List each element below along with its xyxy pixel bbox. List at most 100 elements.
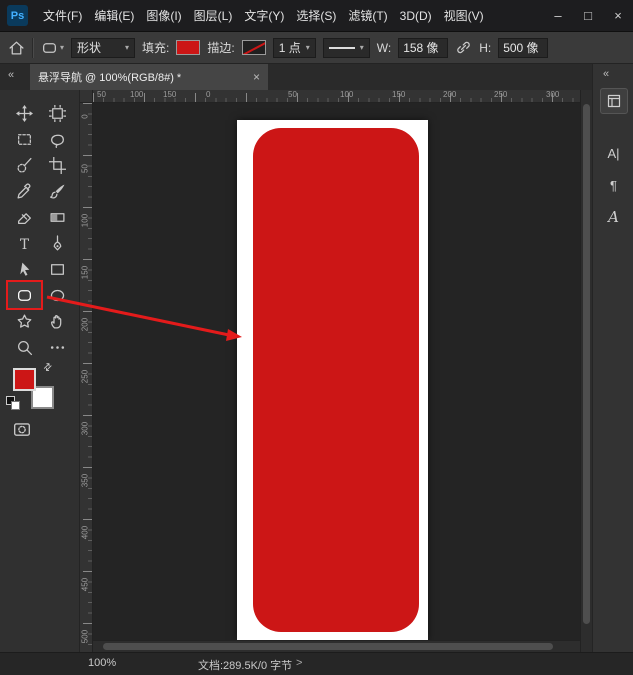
glyphs-panel-icon: A [608,208,619,226]
horizontal-scrollbar[interactable] [93,640,580,652]
tool-quick-selection[interactable] [8,152,41,178]
minimize-button[interactable]: – [543,1,573,31]
width-field[interactable]: 158 像 [398,38,448,58]
stroke-swatch[interactable] [242,40,266,55]
tool-lasso[interactable] [41,126,74,152]
menu-item-3[interactable]: 图层(L) [188,0,239,32]
ruler-top-label: 50 [97,90,106,99]
stroke-width-value: 1 点 [279,39,301,56]
tool-artboard[interactable] [41,100,74,126]
tool-ellipse[interactable] [41,282,74,308]
dock-collapse-icon[interactable]: « [603,68,609,80]
menu-item-7[interactable]: 3D(D) [394,0,438,32]
status-bar: 100% 文档:289.5K/0 字节 > [0,652,633,675]
stroke-width-select[interactable]: 1 点 ▾ [273,38,316,58]
menu-item-8[interactable]: 视图(V) [438,0,490,32]
glyphs-panel-button[interactable]: A [600,204,628,230]
tool-mode-select[interactable]: 形状 ▾ [71,38,135,58]
rounded-rectangle-icon [16,287,33,304]
zoom-level-field[interactable]: 100% [88,657,116,669]
tools-collapse-icon[interactable]: « [8,69,14,81]
menu-item-4[interactable]: 文字(Y) [238,0,290,32]
crop-icon [49,157,66,174]
tool-move[interactable] [8,100,41,126]
properties-panel-button[interactable] [600,88,628,114]
tool-more[interactable] [41,334,74,360]
link-dimensions-icon[interactable] [455,39,472,56]
document-tab[interactable]: 悬浮导航 @ 100%(RGB/8#) * × [30,64,268,90]
red-rounded-rectangle-shape[interactable] [253,128,419,632]
tool-crop[interactable] [41,152,74,178]
menu-item-0[interactable]: 文件(F) [37,0,88,32]
tool-rectangle[interactable] [41,256,74,282]
tool-hand[interactable] [41,308,74,334]
home-icon[interactable] [8,39,25,56]
ruler-left-label: 500 [81,629,90,645]
tool-eraser[interactable] [8,204,41,230]
tool-zoom[interactable] [8,334,41,360]
status-chevron-icon[interactable]: > [296,657,302,669]
caret-down-icon: ▾ [360,43,364,52]
restore-button[interactable]: □ [573,1,603,31]
fill-swatch[interactable] [176,40,200,55]
rounded-rectangle-icon [41,39,58,56]
horizontal-scrollbar-thumb[interactable] [103,643,553,650]
ruler-left-label: 250 [81,369,90,385]
close-button[interactable]: × [603,1,633,31]
tab-close-icon[interactable]: × [253,70,260,84]
tool-eyedropper[interactable] [8,178,41,204]
tool-marquee[interactable] [8,126,41,152]
eyedropper-icon [16,183,33,200]
tool-mode-value: 形状 [77,39,101,56]
swap-colors-icon[interactable]: ⇄ [41,361,55,375]
width-label: W: [377,41,391,55]
menu-item-5[interactable]: 选择(S) [290,0,342,32]
ruler-left-label: 400 [81,525,90,541]
zoom-icon [16,339,33,356]
pen-icon [49,235,66,252]
ruler-top-label: 100 [130,90,143,99]
dock-icons: A| ¶ A [593,88,633,230]
menu-item-1[interactable]: 编辑(E) [88,0,140,32]
canvas-viewport[interactable] [93,103,580,652]
tool-pen[interactable] [41,230,74,256]
default-colors-icon[interactable] [6,396,20,410]
fill-label: 填充: [142,39,169,56]
tool-brush[interactable] [41,178,74,204]
lasso-icon [49,131,66,148]
photoshop-app-icon: Ps [7,5,28,26]
ruler-left-label: 100 [81,213,90,229]
tab-bar: « 悬浮导航 @ 100%(RGB/8#) * × [0,64,592,90]
vertical-scrollbar[interactable] [580,90,592,652]
right-panel-dock: « A| ¶ A [592,64,633,652]
menu-bar-items: 文件(F)编辑(E)图像(I)图层(L)文字(Y)选择(S)滤镜(T)3D(D)… [37,0,490,32]
move-icon [16,105,33,122]
quick-mask-icon [12,420,32,438]
vertical-scrollbar-thumb[interactable] [583,104,590,624]
tool-gradient[interactable] [41,204,74,230]
menu-item-6[interactable]: 滤镜(T) [342,0,393,32]
artboard[interactable] [237,120,428,640]
tool-type[interactable]: T [8,230,41,256]
title-bar: Ps 文件(F)编辑(E)图像(I)图层(L)文字(Y)选择(S)滤镜(T)3D… [0,0,633,32]
quick-selection-icon [16,157,33,174]
ruler-left-label: 200 [81,317,90,333]
foreground-color-swatch[interactable] [13,368,36,391]
document-info: 文档:289.5K/0 字节 [198,657,292,673]
height-field[interactable]: 500 像 [498,38,548,58]
paragraph-panel-button[interactable]: ¶ [600,172,628,198]
ruler-top: 50100150050100150200250300 [93,90,592,103]
character-panel-button[interactable]: A| [600,140,628,166]
rectangle-icon [49,261,66,278]
document-tab-title: 悬浮导航 @ 100%(RGB/8#) * [38,69,247,85]
tool-preset-button[interactable]: ▾ [41,39,64,56]
tool-custom-shape[interactable] [8,308,41,334]
ruler-top-label: 250 [494,90,507,99]
stroke-style-select[interactable]: ▾ [323,38,370,58]
ruler-left-label: 300 [81,421,90,437]
more-icon [49,339,66,356]
tool-path-selection[interactable] [8,256,41,282]
menu-item-2[interactable]: 图像(I) [140,0,187,32]
quick-mask-button[interactable] [12,420,32,438]
tool-rounded-rectangle[interactable] [8,282,41,308]
